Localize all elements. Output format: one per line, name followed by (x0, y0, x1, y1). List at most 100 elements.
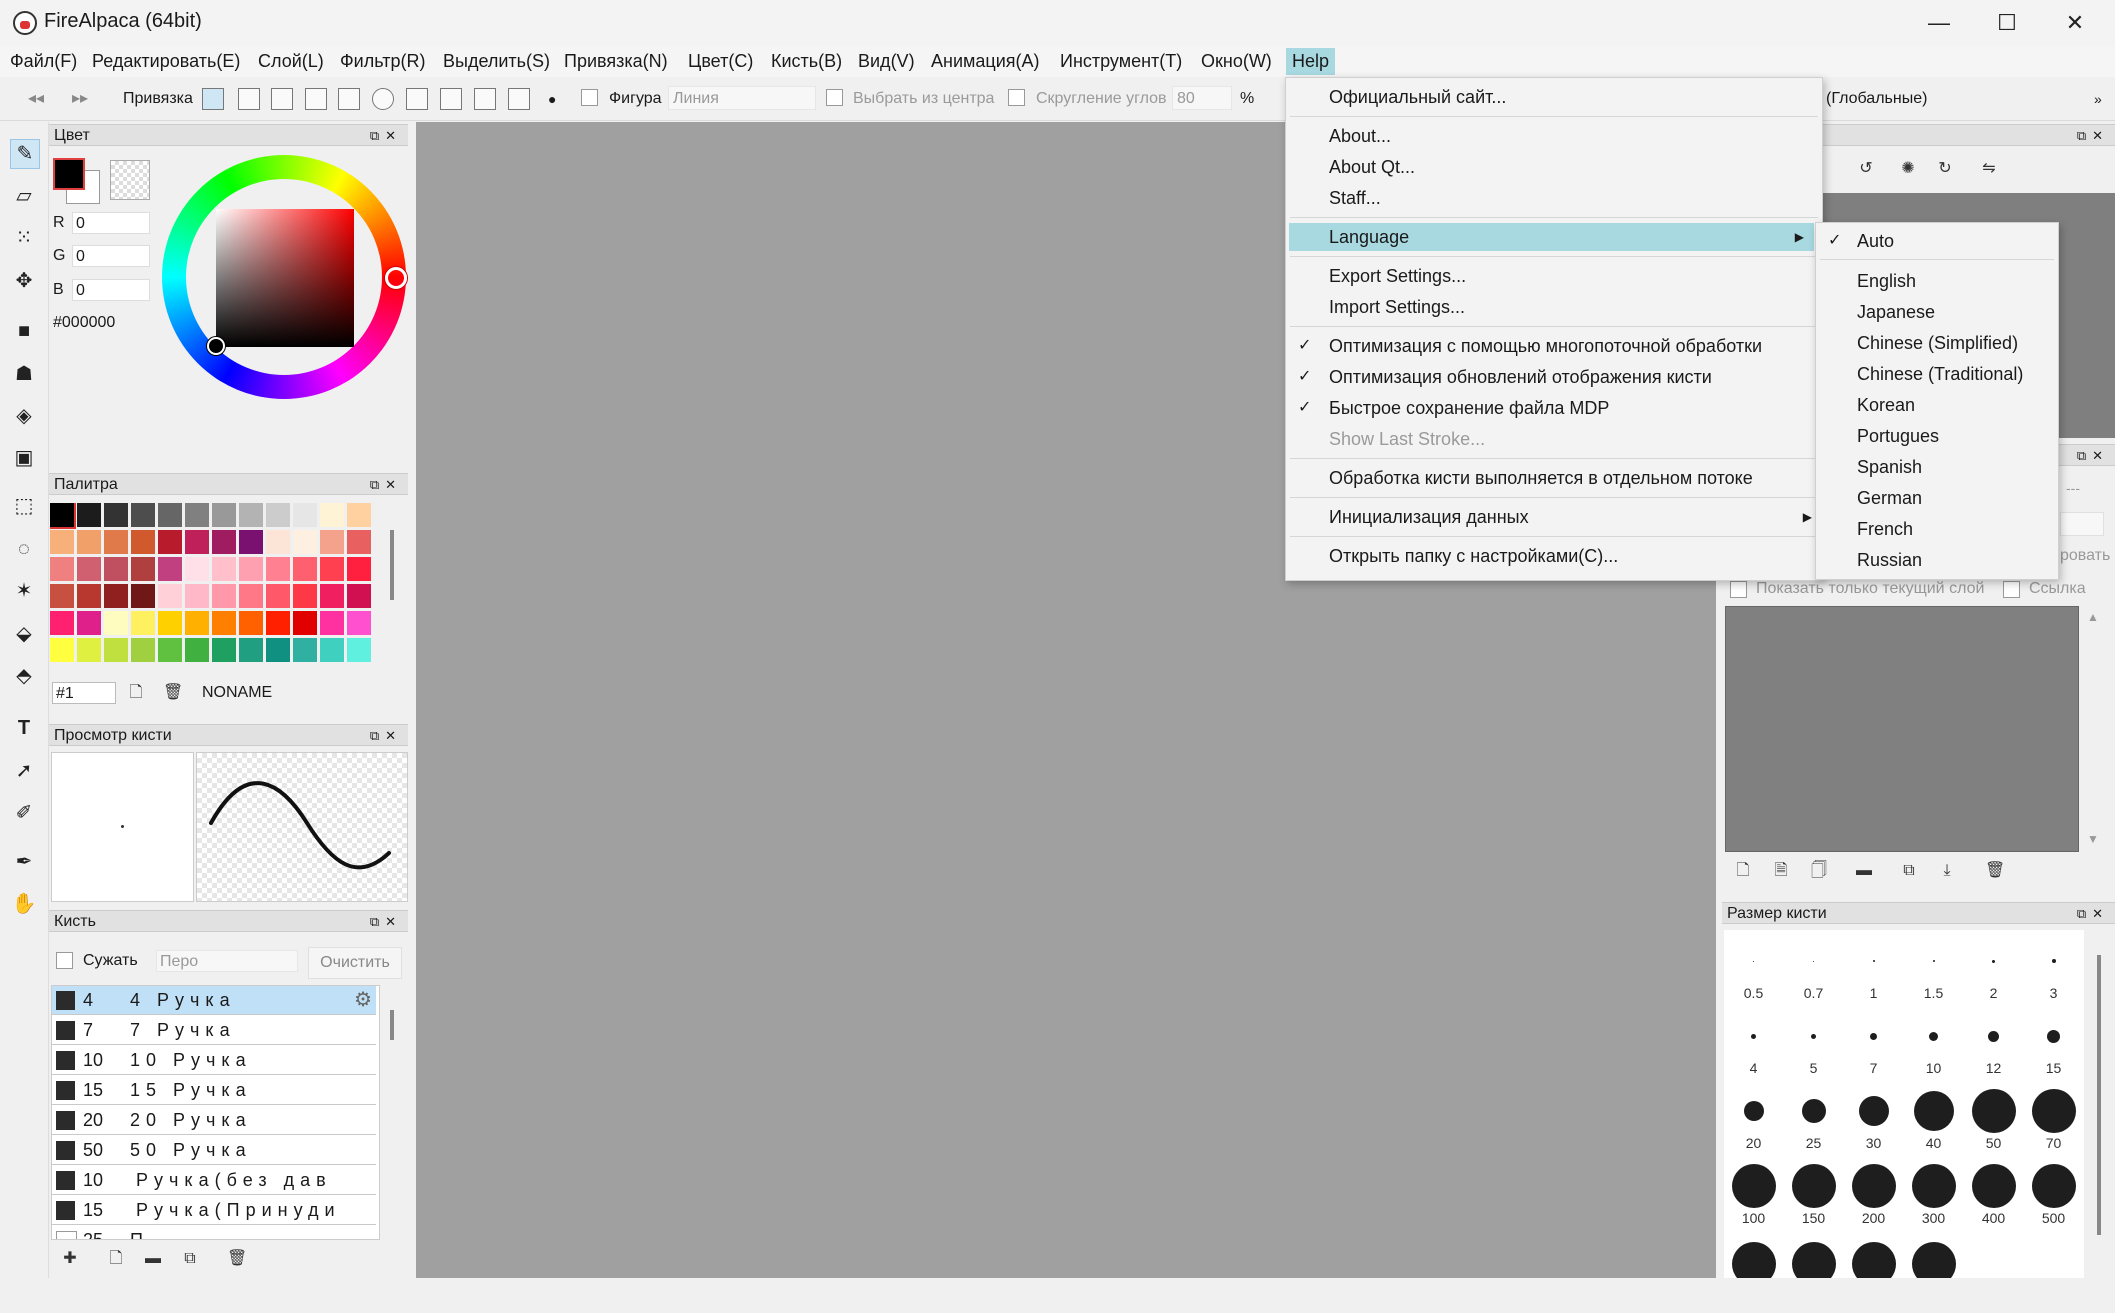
palette-swatch[interactable] (158, 530, 182, 554)
brush-size-cell[interactable]: 10 (1904, 1005, 1963, 1079)
open-settings-folder-item[interactable]: Открыть папку с настройками(C)... (1286, 542, 1822, 570)
language-english[interactable]: English (1816, 267, 2058, 295)
palette-swatch[interactable] (239, 638, 263, 662)
palette-swatch[interactable] (185, 638, 209, 662)
language-korean[interactable]: Korean (1816, 391, 2058, 419)
brush-item[interactable]: 44 Ручка ⚙ (52, 986, 376, 1015)
menu-view[interactable]: Вид(V) (852, 48, 921, 75)
palette-swatch[interactable] (266, 557, 290, 581)
round-corners-input[interactable]: 80 (1172, 86, 1232, 110)
language-chinese-simplified[interactable]: Chinese (Simplified) (1816, 329, 2058, 357)
about-item[interactable]: About... (1286, 122, 1822, 150)
palette-swatch[interactable] (185, 503, 209, 527)
menu-filter[interactable]: Фильтр(R) (334, 48, 431, 75)
layer-list[interactable] (1725, 606, 2079, 852)
palette-swatch[interactable] (266, 530, 290, 554)
show-last-stroke-item[interactable]: Show Last Stroke... (1286, 425, 1822, 453)
panel-float-close-icon[interactable]: ⧉✕ (2077, 903, 2109, 925)
official-site-item[interactable]: Официальный сайт... (1286, 83, 1822, 111)
palette-swatch[interactable] (347, 503, 371, 527)
show-current-layer-checkbox[interactable] (1730, 581, 1747, 598)
foreground-color-swatch[interactable] (53, 158, 85, 190)
maximize-button[interactable]: ☐ (1973, 0, 2041, 46)
round-corners-checkbox[interactable] (1008, 89, 1025, 106)
r-input[interactable]: 0 (72, 212, 150, 234)
brush-size-cell[interactable]: 25 (1784, 1080, 1843, 1154)
brush-size-cell[interactable]: 3 (2024, 930, 2083, 1004)
palette-swatch[interactable] (131, 503, 155, 527)
divide-tool-icon[interactable]: ✐ (10, 799, 38, 827)
menu-window[interactable]: Окно(W) (1195, 48, 1278, 75)
brush-size-cell[interactable]: 70 (2024, 1080, 2083, 1154)
brush-size-cell[interactable]: 1 (1844, 930, 1903, 1004)
language-japanese[interactable]: Japanese (1816, 298, 2058, 326)
palette-swatch[interactable] (158, 503, 182, 527)
brush-item[interactable]: 50 50 Ручка (52, 1136, 376, 1165)
snap-grid-icon[interactable] (440, 88, 462, 110)
palette-swatch[interactable] (239, 584, 263, 608)
shape-checkbox[interactable] (581, 89, 598, 106)
menu-help[interactable]: Help (1286, 48, 1336, 75)
brush-size-cell[interactable]: 500 (2024, 1155, 2083, 1229)
palette-swatch[interactable] (320, 530, 344, 554)
brush-size-cell[interactable]: 2 (1964, 930, 2023, 1004)
new-brush-icon[interactable]: 🗋 (107, 1250, 125, 1268)
palette-swatch[interactable] (185, 584, 209, 608)
link-checkbox[interactable] (2003, 581, 2020, 598)
brush-size-cell[interactable]: 5 (1784, 1005, 1843, 1079)
gradient-tool-icon[interactable]: ▣ (10, 444, 38, 472)
palette-swatch[interactable] (266, 584, 290, 608)
brush-size-cell[interactable]: 0.5 (1724, 930, 1783, 1004)
palette-swatch[interactable] (185, 611, 209, 635)
palette-swatch[interactable] (131, 530, 155, 554)
new-1bit-layer-icon[interactable]: 🗍 (1810, 862, 1828, 880)
palette-swatch[interactable] (347, 530, 371, 554)
palette-swatch[interactable] (320, 503, 344, 527)
close-button[interactable]: ✕ (2041, 0, 2109, 46)
opt-multithread-item[interactable]: ✓ Оптимизация с помощью многопоточной обр… (1286, 332, 1822, 360)
panel-float-close-icon[interactable]: ⧉✕ (2077, 125, 2109, 147)
palette-swatch[interactable] (239, 557, 263, 581)
brush-size-cell[interactable] (1724, 1230, 1783, 1278)
snap-dot-icon[interactable]: ● (548, 88, 556, 110)
palette-swatch[interactable] (347, 611, 371, 635)
select-center-checkbox[interactable] (826, 89, 843, 106)
eyedropper-tool-icon[interactable]: ✒ (10, 848, 38, 876)
select-pen-tool-icon[interactable]: ⬙ (10, 620, 38, 648)
palette-swatch[interactable] (104, 584, 128, 608)
palette-swatch[interactable] (239, 530, 263, 554)
fast-save-mdp-item[interactable]: ✓ Быстрое сохранение файла MDP (1286, 394, 1822, 422)
menu-tool[interactable]: Инструмент(T) (1054, 48, 1188, 75)
palette-swatch[interactable] (293, 584, 317, 608)
palette-swatch[interactable] (104, 530, 128, 554)
palette-swatch[interactable] (104, 503, 128, 527)
palette-swatch[interactable] (212, 584, 236, 608)
palette-swatch[interactable] (320, 584, 344, 608)
menu-color[interactable]: Цвет(C) (682, 48, 759, 75)
hue-marker[interactable] (385, 267, 407, 289)
brush-item[interactable]: 15 Ручка(Принуди (52, 1196, 376, 1225)
clear-button[interactable]: Очистить (308, 947, 402, 979)
opt-brush-display-item[interactable]: ✓ Оптимизация обновлений отображения кист… (1286, 363, 1822, 391)
palette-swatch[interactable] (293, 503, 317, 527)
brush-settings-icon[interactable]: ⚙ (354, 986, 372, 1015)
palette-swatch[interactable] (77, 638, 101, 662)
brush-size-cell[interactable]: 150 (1784, 1155, 1843, 1229)
palette-swatch[interactable] (185, 530, 209, 554)
palette-swatch[interactable] (50, 638, 74, 662)
palette-swatch[interactable] (77, 611, 101, 635)
palette-swatch[interactable] (266, 638, 290, 662)
about-qt-item[interactable]: About Qt... (1286, 153, 1822, 181)
palette-swatch[interactable] (293, 557, 317, 581)
language-portugues[interactable]: Portugues (1816, 422, 2058, 450)
brush-size-cell[interactable]: 400 (1964, 1155, 2023, 1229)
palette-swatch[interactable] (77, 503, 101, 527)
lasso-tool-icon[interactable]: ◌ (10, 535, 38, 563)
palette-swatch[interactable] (77, 557, 101, 581)
import-settings-item[interactable]: Import Settings... (1286, 293, 1822, 321)
delete-brush-icon[interactable]: 🗑 (227, 1250, 247, 1268)
export-settings-item[interactable]: Export Settings... (1286, 262, 1822, 290)
merge-down-icon[interactable]: ⤓ (1938, 862, 1956, 880)
palette-swatch[interactable] (131, 557, 155, 581)
palette-swatch[interactable] (50, 530, 74, 554)
